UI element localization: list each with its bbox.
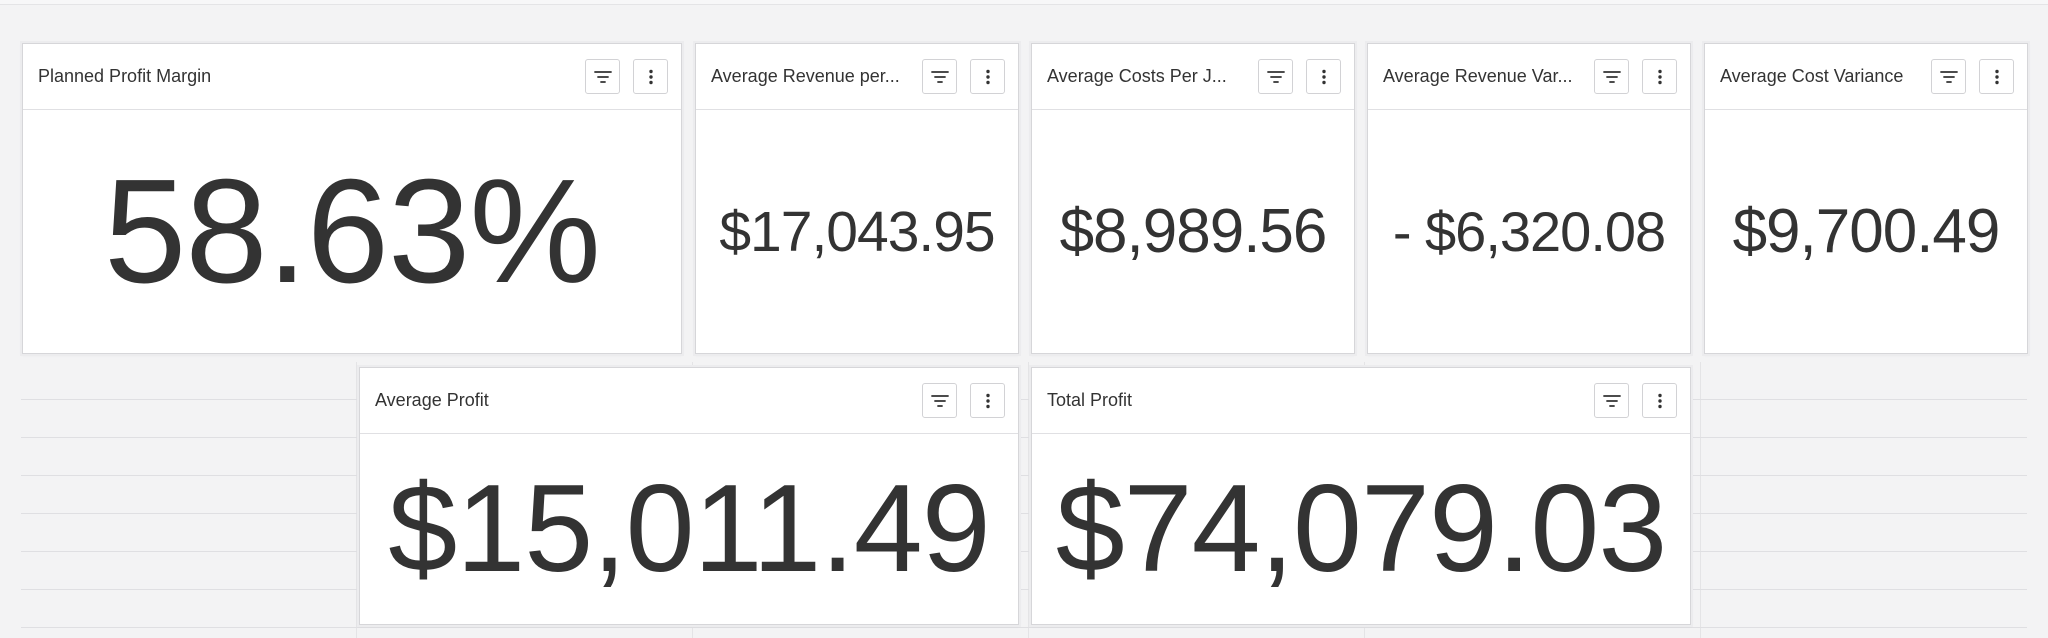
filter-icon — [1602, 70, 1621, 83]
card-title: Average Revenue per... — [711, 66, 900, 86]
filter-button[interactable] — [922, 383, 957, 418]
dashboard-page: Planned Profit Margin 58.63% Average Rev… — [0, 0, 2048, 638]
kpi-value: $17,043.95 — [719, 199, 995, 264]
more-options-button[interactable] — [1642, 59, 1677, 94]
more-options-button[interactable] — [633, 59, 668, 94]
kpi-value: 58.63% — [104, 148, 601, 314]
card-header: Average Revenue per... — [696, 44, 1018, 110]
top-divider — [0, 0, 2048, 5]
card-title: Average Profit — [375, 390, 489, 410]
kpi-value: $8,989.56 — [1059, 197, 1328, 266]
more-options-button[interactable] — [970, 383, 1005, 418]
kpi-card-total-profit: Total Profit $74,079.03 — [1031, 367, 1691, 625]
more-vertical-icon — [648, 69, 653, 84]
kpi-value: $74,079.03 — [1055, 460, 1668, 598]
filter-icon — [593, 70, 612, 83]
more-options-button[interactable] — [970, 59, 1005, 94]
card-body: $9,700.49 — [1705, 110, 2027, 353]
filter-icon — [930, 394, 949, 407]
filter-icon — [1602, 394, 1621, 407]
card-title: Average Cost Variance — [1720, 66, 1904, 86]
card-title: Planned Profit Margin — [38, 66, 212, 86]
card-header: Average Cost Variance — [1705, 44, 2027, 110]
card-title: Total Profit — [1047, 390, 1133, 410]
kpi-card-average-revenue-variance: Average Revenue Var... - $6,320.08 — [1367, 43, 1691, 354]
card-body: $8,989.56 — [1032, 110, 1354, 353]
filter-button[interactable] — [1594, 383, 1629, 418]
more-vertical-icon — [1657, 393, 1662, 408]
kpi-card-planned-profit-margin: Planned Profit Margin 58.63% — [22, 43, 682, 354]
more-vertical-icon — [1994, 69, 1999, 84]
kpi-card-average-revenue-per: Average Revenue per... $17,043.95 — [695, 43, 1019, 354]
more-options-button[interactable] — [1979, 59, 2014, 94]
kpi-value: - $6,320.08 — [1392, 200, 1666, 263]
filter-button[interactable] — [1258, 59, 1293, 94]
card-header: Average Profit — [360, 368, 1018, 434]
filter-button[interactable] — [1594, 59, 1629, 94]
filter-icon — [1266, 70, 1285, 83]
card-body: $74,079.03 — [1032, 434, 1690, 624]
card-body: 58.63% — [23, 110, 681, 353]
filter-button[interactable] — [922, 59, 957, 94]
card-body: $17,043.95 — [696, 110, 1018, 353]
more-options-button[interactable] — [1642, 383, 1677, 418]
kpi-card-average-costs-per-job: Average Costs Per J... $8,989.56 — [1031, 43, 1355, 354]
card-title: Average Revenue Var... — [1383, 66, 1573, 86]
kpi-card-average-cost-variance: Average Cost Variance $9,700.49 — [1704, 43, 2028, 354]
kpi-value: $9,700.49 — [1732, 197, 2001, 266]
more-vertical-icon — [1657, 69, 1662, 84]
filter-icon — [930, 70, 949, 83]
layout-grid — [21, 362, 2027, 638]
card-header: Average Revenue Var... — [1368, 44, 1690, 110]
card-header: Total Profit — [1032, 368, 1690, 434]
card-title: Average Costs Per J... — [1047, 66, 1227, 86]
filter-icon — [1939, 70, 1958, 83]
more-vertical-icon — [985, 69, 990, 84]
card-header: Planned Profit Margin — [23, 44, 681, 110]
card-header: Average Costs Per J... — [1032, 44, 1354, 110]
more-vertical-icon — [1321, 69, 1326, 84]
kpi-value: $15,011.49 — [388, 460, 990, 598]
filter-button[interactable] — [585, 59, 620, 94]
more-vertical-icon — [985, 393, 990, 408]
more-options-button[interactable] — [1306, 59, 1341, 94]
card-body: - $6,320.08 — [1368, 110, 1690, 353]
card-body: $15,011.49 — [360, 434, 1018, 624]
kpi-card-average-profit: Average Profit $15,011.49 — [359, 367, 1019, 625]
filter-button[interactable] — [1931, 59, 1966, 94]
